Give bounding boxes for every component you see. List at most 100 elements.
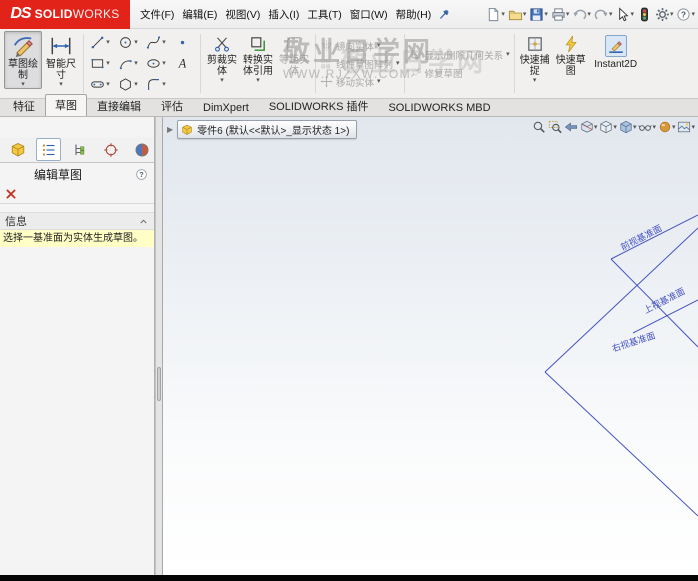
repair-sketch-button[interactable]: 修复草图 (409, 66, 510, 80)
offset-entities-button[interactable]: 等距实体 (276, 31, 312, 77)
ribbon-tab[interactable]: DimXpert (193, 99, 259, 116)
menu-item[interactable]: 插入(I) (264, 7, 303, 22)
previous-view-button[interactable] (564, 120, 578, 134)
ribbon-tab[interactable]: 草图 (45, 94, 87, 116)
chevron-down-icon[interactable]: ▾ (377, 78, 381, 85)
menu-item[interactable]: 窗口(W) (346, 7, 392, 22)
point-tool-button[interactable] (170, 32, 198, 53)
chevron-down-icon[interactable]: ▾ (544, 11, 548, 18)
smart-dimension-button[interactable]: 智能尺寸 ▾ (42, 31, 80, 89)
menu-item[interactable]: 工具(T) (303, 7, 345, 22)
document-tab[interactable]: 零件6 (默认<<默认>_显示状态 1>) (177, 120, 358, 139)
chevron-down-icon[interactable]: ▾ (134, 81, 138, 88)
options-gear-button[interactable]: ▾ (654, 6, 675, 23)
chevron-down-icon[interactable]: ▾ (613, 124, 617, 131)
quick-snaps-button[interactable]: 快速捕捉 ▾ (517, 31, 553, 96)
trim-entities-button[interactable]: 剪裁实体 ▾ (204, 31, 240, 84)
chevron-down-icon[interactable]: ▾ (106, 60, 110, 67)
chevron-down-icon[interactable]: ▾ (630, 11, 634, 18)
chevron-down-icon[interactable]: ▾ (672, 124, 676, 131)
section-view-button[interactable]: ▾ (580, 120, 598, 134)
menu-item[interactable]: 视图(V) (221, 7, 264, 22)
breadcrumb-expand-icon[interactable]: ▶ (167, 125, 173, 134)
chevron-down-icon[interactable]: ▾ (162, 39, 166, 46)
splitter-grip[interactable] (157, 367, 161, 401)
chevron-down-icon[interactable]: ▾ (691, 11, 695, 18)
chevron-down-icon[interactable]: ▾ (396, 60, 400, 67)
panel-splitter[interactable] (155, 117, 163, 575)
chevron-down-icon[interactable]: ▾ (134, 39, 138, 46)
hide-show-items-button[interactable]: ▾ (638, 120, 656, 134)
chevron-down-icon[interactable]: ▾ (633, 124, 637, 131)
chevron-down-icon[interactable]: ▾ (652, 124, 656, 131)
ribbon-tab[interactable]: SOLIDWORKS 插件 (259, 95, 379, 116)
print-button[interactable]: ▾ (550, 6, 571, 23)
menu-item[interactable]: 编辑(E) (178, 7, 221, 22)
fillet-tool-button[interactable]: ▾ (142, 74, 170, 95)
feature-manager-part-tab[interactable] (5, 138, 30, 161)
chevron-down-icon[interactable]: ▾ (506, 51, 510, 58)
pin-icon[interactable] (438, 8, 451, 21)
graphics-area[interactable]: 前视基准面 上视基准面 右视基准面 ▶ 零件6 (默认<<默认>_显示状态 1>… (163, 117, 698, 575)
rapid-sketch-button[interactable]: 快速草图 (553, 31, 589, 96)
menu-item[interactable]: 帮助(H) (392, 7, 436, 22)
zoom-area-button[interactable] (548, 120, 562, 134)
property-manager-tab[interactable] (36, 138, 61, 161)
select-pointer-button[interactable]: ▾ (614, 6, 635, 23)
chevron-down-icon[interactable]: ▾ (533, 77, 537, 84)
slot-tool-button[interactable]: ▾ (86, 74, 114, 95)
redo-button[interactable]: ▾ (593, 6, 614, 23)
message-section-header[interactable]: 信息 (0, 212, 154, 230)
chevron-down-icon[interactable]: ▾ (609, 11, 613, 18)
dimxpert-manager-tab[interactable] (98, 138, 123, 161)
display-delete-relations-button[interactable]: 显示/删除几何关系 ▾ (409, 48, 510, 62)
save-button[interactable]: ▾ (528, 6, 549, 23)
linear-sketch-pattern-button[interactable]: 线性草图阵列 ▾ (320, 57, 400, 71)
chevron-down-icon[interactable]: ▾ (59, 81, 63, 88)
chevron-down-icon[interactable]: ▾ (587, 11, 591, 18)
chevron-down-icon[interactable]: ▾ (691, 124, 695, 131)
view-orientation-button[interactable]: ▾ (599, 120, 617, 134)
configuration-manager-tab[interactable] (67, 138, 92, 161)
chevron-down-icon[interactable]: ▾ (106, 81, 110, 88)
undo-button[interactable]: ▾ (571, 6, 592, 23)
sketch-button[interactable]: 草图绘制 ▾ (4, 31, 42, 89)
rectangle-tool-button[interactable]: ▾ (86, 53, 114, 74)
zoom-fit-button[interactable] (532, 120, 546, 134)
polygon-tool-button[interactable]: ▾ (114, 74, 142, 95)
mirror-entities-button[interactable]: 镜向实体 ▾ (320, 39, 400, 53)
chevron-down-icon[interactable]: ▾ (377, 42, 381, 49)
chevron-down-icon[interactable]: ▾ (106, 39, 110, 46)
apply-scene-button[interactable]: ▾ (677, 120, 695, 134)
spline-tool-button[interactable]: ▾ (142, 32, 170, 53)
chevron-down-icon[interactable]: ▾ (523, 11, 527, 18)
chevron-down-icon[interactable]: ▾ (594, 124, 598, 131)
text-tool-tool-button[interactable]: A (170, 53, 198, 74)
display-style-button[interactable]: ▾ (619, 120, 637, 134)
line-tool-button[interactable]: ▾ (86, 32, 114, 53)
instant2d-button[interactable]: Instant2D (589, 31, 643, 96)
edit-appearance-button[interactable]: ▾ (658, 120, 676, 134)
chevron-down-icon[interactable]: ▾ (220, 77, 224, 84)
chevron-down-icon[interactable]: ▾ (21, 81, 25, 88)
ribbon-tab[interactable]: SOLIDWORKS MBD (378, 99, 500, 116)
display-manager-tab[interactable] (129, 138, 154, 161)
chevron-down-icon[interactable]: ▾ (162, 81, 166, 88)
chevron-down-icon[interactable]: ▾ (501, 11, 505, 18)
convert-entities-button[interactable]: 转换实体引用 ▾ (240, 31, 276, 84)
collapse-up-icon[interactable] (138, 216, 149, 227)
ribbon-tab[interactable]: 评估 (151, 95, 193, 116)
circle-tool-button[interactable]: ▾ (114, 32, 142, 53)
new-document-button[interactable]: ▾ (485, 6, 506, 23)
chevron-down-icon[interactable]: ▾ (566, 11, 570, 18)
chevron-down-icon[interactable]: ▾ (256, 77, 260, 84)
move-entities-button[interactable]: 移动实体 ▾ (320, 75, 400, 89)
ribbon-tab[interactable]: 特征 (3, 95, 45, 116)
chevron-down-icon[interactable]: ▾ (162, 60, 166, 67)
cancel-button[interactable] (5, 188, 17, 200)
chevron-down-icon[interactable]: ▾ (670, 11, 674, 18)
help-question-button[interactable]: ? ▾ (675, 6, 696, 23)
open-folder-button[interactable]: ▾ (507, 6, 528, 23)
menu-item[interactable]: 文件(F) (136, 7, 178, 22)
arc-tool-button[interactable]: ▾ (114, 53, 142, 74)
